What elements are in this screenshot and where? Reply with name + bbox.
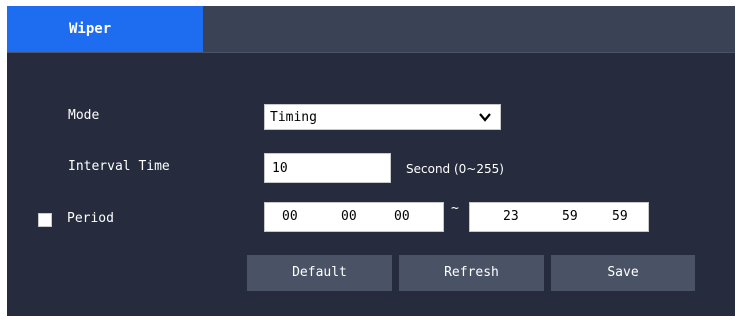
chevron-down-icon: [478, 110, 492, 128]
interval-time-label: Interval Time: [68, 159, 170, 174]
period-label: Period: [67, 211, 114, 226]
period-end-minute[interactable]: 59: [562, 209, 578, 224]
tab-wiper[interactable]: Wiper: [7, 6, 203, 52]
period-checkbox[interactable]: [38, 213, 52, 227]
save-button[interactable]: Save: [551, 255, 695, 291]
tab-bar: Wiper: [7, 6, 735, 53]
period-end-time-input[interactable]: 23 59 59: [469, 202, 649, 232]
mode-label: Mode: [68, 108, 100, 123]
interval-unit-label: Second (0~255): [406, 162, 504, 176]
period-start-hour[interactable]: 00: [282, 209, 298, 224]
wiper-settings-panel: Wiper Mode Timing Interval Time Second (…: [7, 6, 735, 316]
period-start-minute[interactable]: 00: [341, 209, 357, 224]
mode-select[interactable]: Timing: [264, 104, 501, 130]
period-start-time-input[interactable]: 00 00 00: [264, 202, 444, 232]
period-start-second[interactable]: 00: [394, 209, 410, 224]
period-separator: ~: [451, 201, 459, 216]
period-end-second[interactable]: 59: [612, 209, 628, 224]
period-end-hour[interactable]: 23: [503, 209, 519, 224]
default-button[interactable]: Default: [247, 255, 392, 291]
interval-time-input[interactable]: [264, 153, 391, 183]
refresh-button[interactable]: Refresh: [399, 255, 544, 291]
mode-select-value: Timing: [270, 109, 317, 125]
